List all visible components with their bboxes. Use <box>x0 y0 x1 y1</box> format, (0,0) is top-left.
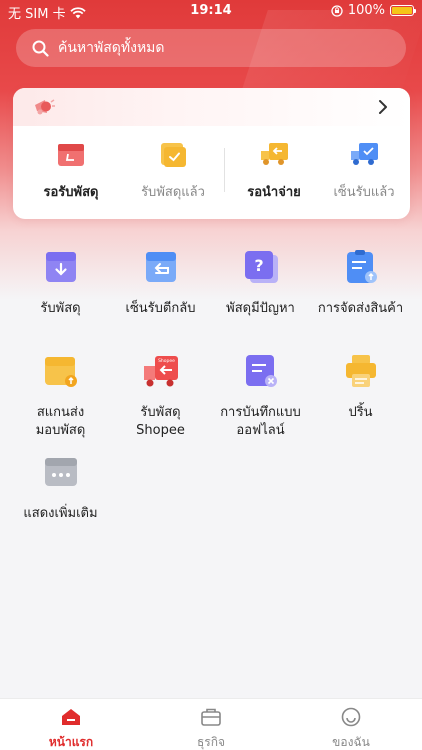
grid-item-label: รับพัสดุ Shopee <box>136 405 185 438</box>
grid-item-label: ปริ้น <box>348 405 373 420</box>
tab-profile[interactable]: ของฉัน <box>301 707 401 750</box>
grid-item-label: การบันทึกแบบ ออฟไลน์ <box>220 405 301 438</box>
megaphone-icon <box>35 99 55 115</box>
package-check-icon <box>161 143 186 167</box>
grid-item-problem-parcel[interactable]: ? พัสดุมีปัญหา <box>208 248 313 318</box>
shopee-truck-icon: Shopee <box>143 356 178 387</box>
grid-item-label: การจัดส่งสินค้า <box>317 301 404 316</box>
grid-item-label: พัสดุมีปัญหา <box>226 301 295 316</box>
tab-bar: หน้าแรก ธุรกิจ ของฉัน <box>0 698 422 750</box>
home-icon <box>62 709 80 725</box>
printer-icon <box>345 355 376 387</box>
grid-item-label: รับพัสดุ <box>40 301 81 316</box>
stat-label: รอนำจ่าย <box>247 185 301 200</box>
svg-text:Shopee: Shopee <box>158 358 175 364</box>
stat-received[interactable]: รับพัสดุแล้ว <box>128 140 218 202</box>
offline-note-icon <box>245 355 277 387</box>
parcel-summary-card: รอรับพัสดุ รับพัสดุแล้ว รอนำจ่าย เซ็นรับ… <box>13 88 410 219</box>
announcement-bar[interactable] <box>13 88 410 126</box>
grid-item-show-more[interactable]: แสดงเพิ่มเติม <box>8 453 113 523</box>
search-icon <box>32 40 49 57</box>
more-icon <box>44 458 77 486</box>
receive-box-icon <box>45 252 76 282</box>
tab-home[interactable]: หน้าแรก <box>21 707 121 750</box>
stat-label: รับพัสดุแล้ว <box>141 185 205 200</box>
grid-item-shipping[interactable]: การจัดส่งสินค้า <box>308 248 413 318</box>
stat-awaiting-pickup[interactable]: รอรับพัสดุ <box>26 140 116 202</box>
briefcase-icon <box>201 708 221 726</box>
scan-handover-icon <box>44 357 77 387</box>
delivery-truck-icon <box>261 143 288 165</box>
grid-item-scan-handover[interactable]: สแกนส่ง มอบพัสดุ <box>8 352 113 440</box>
battery-percent: 100% <box>347 3 385 18</box>
smiley-icon <box>341 707 361 727</box>
parcel-stats: รอรับพัสดุ รับพัสดุแล้ว รอนำจ่าย เซ็นรับ… <box>13 140 410 210</box>
tab-label: หน้าแรก <box>48 735 94 749</box>
tab-label: ของฉัน <box>332 735 370 749</box>
status-bar: 无 SIM 卡 19:14 100% <box>0 0 422 22</box>
return-box-icon <box>145 252 176 282</box>
signed-truck-icon <box>351 143 378 165</box>
stat-out-for-delivery[interactable]: รอนำจ่าย <box>229 140 319 202</box>
shipping-clipboard-icon <box>346 250 377 283</box>
stat-label: รอรับพัสดุ <box>43 185 99 200</box>
orientation-lock-icon <box>331 4 343 17</box>
grid-item-receive-parcel[interactable]: รับพัสดุ <box>8 248 113 318</box>
stat-signed[interactable]: เซ็นรับแล้ว <box>319 140 409 202</box>
question-icon: ? <box>244 251 278 283</box>
divider <box>224 148 225 192</box>
tab-business[interactable]: ธุรกิจ <box>161 707 261 750</box>
grid-item-print[interactable]: ปริ้น <box>308 352 413 422</box>
grid-item-signed-return[interactable]: เซ็นรับตีกลับ <box>108 248 213 318</box>
chevron-right-icon[interactable] <box>378 99 388 115</box>
search-bar[interactable]: ค้นหาพัสดุทั้งหมด <box>16 29 406 67</box>
search-placeholder: ค้นหาพัสดุทั้งหมด <box>58 40 165 56</box>
package-box-icon <box>58 144 84 166</box>
tab-label: ธุรกิจ <box>196 735 226 749</box>
grid-item-shopee-receive[interactable]: Shopee รับพัสดุ Shopee <box>108 352 213 440</box>
battery-icon <box>390 5 416 16</box>
grid-item-label: แสดงเพิ่มเติม <box>23 506 98 521</box>
stat-label: เซ็นรับแล้ว <box>333 185 395 200</box>
grid-item-label: สแกนส่ง มอบพัสดุ <box>35 405 86 438</box>
grid-item-label: เซ็นรับตีกลับ <box>125 301 196 316</box>
svg-text:?: ? <box>254 256 263 275</box>
grid-item-offline-record[interactable]: การบันทึกแบบ ออฟไลน์ <box>208 352 313 440</box>
